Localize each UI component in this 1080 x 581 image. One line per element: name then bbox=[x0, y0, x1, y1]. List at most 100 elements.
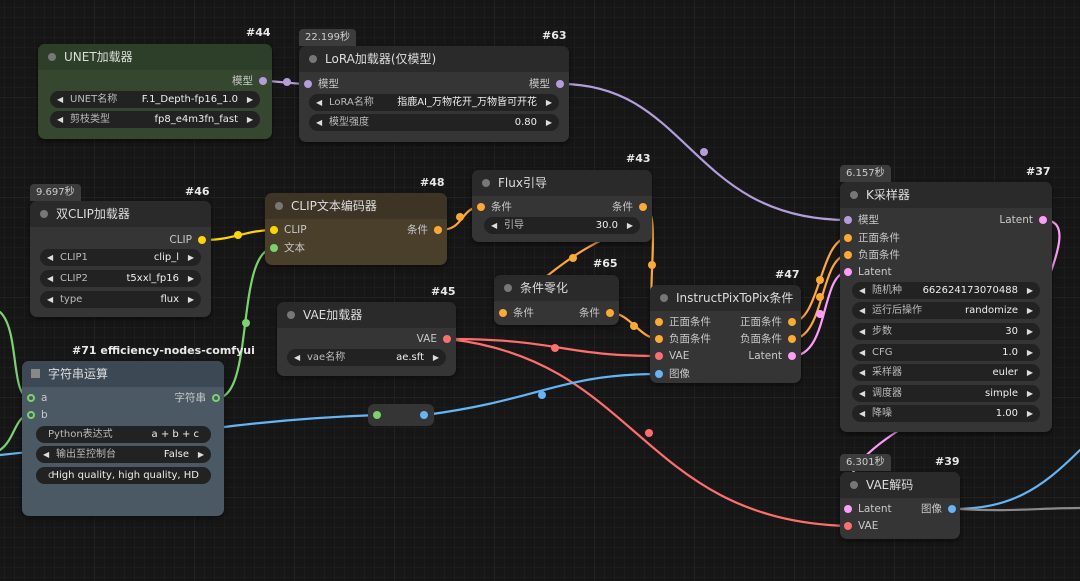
node-header[interactable]: K采样器 bbox=[840, 182, 1052, 208]
node-header[interactable]: LoRA加载器(仅模型) bbox=[299, 46, 569, 72]
node-dual-clip-loader[interactable]: 双CLIP加载器 CLIP ◀ CLIP1 clip_l ▶ ◀ CLIP2 t… bbox=[30, 201, 211, 317]
collapse-dot-icon[interactable] bbox=[309, 55, 317, 63]
input-image[interactable]: 图像 bbox=[655, 366, 690, 382]
input-conditioning[interactable]: 条件 bbox=[477, 199, 512, 215]
output-conditioning[interactable]: 条件 bbox=[550, 305, 614, 321]
vae-pin-icon[interactable] bbox=[443, 335, 451, 343]
node-vae-loader[interactable]: VAE加载器 VAE ◀ vae名称 ae.sft ▶ bbox=[277, 302, 456, 376]
image-pin-icon[interactable] bbox=[655, 370, 663, 378]
reroute-output-dot[interactable] bbox=[420, 411, 428, 419]
print-to-console-combo[interactable]: ◀ 输出至控制台 False ▶ bbox=[36, 446, 211, 463]
input-vae[interactable]: VAE bbox=[844, 518, 878, 534]
input-b[interactable]: b bbox=[27, 407, 48, 423]
string-pin-icon[interactable] bbox=[212, 394, 220, 402]
seed-number[interactable]: ◀ 随机种 662624173070488 ▶ bbox=[852, 282, 1040, 299]
node-clip-text-encoder[interactable]: CLIP文本编码器 CLIP 文本 条件 bbox=[265, 193, 447, 265]
node-header[interactable]: VAE加载器 bbox=[277, 302, 456, 328]
reroute-node[interactable] bbox=[368, 404, 434, 426]
node-ksampler[interactable]: K采样器 模型 正面条件 负面条件 Latent Latent ◀ 随机种 66… bbox=[840, 182, 1052, 432]
node-string-operation[interactable]: 字符串运算 a b 字符串 Python表达式 a + b + c ◀ 输出至控… bbox=[22, 361, 224, 516]
node-header[interactable]: VAE解码 bbox=[840, 472, 960, 498]
guidance-number[interactable]: ◀ 引导 30.0 ▶ bbox=[484, 217, 640, 234]
node-header[interactable]: UNET加载器 bbox=[38, 44, 272, 70]
sampler-combo[interactable]: ◀ 采样器 euler ▶ bbox=[852, 364, 1040, 381]
model-pin-icon[interactable] bbox=[259, 77, 267, 85]
input-a[interactable]: a bbox=[27, 390, 47, 406]
arrow-left-icon[interactable]: ◀ bbox=[47, 249, 53, 266]
input-negative[interactable]: 负面条件 bbox=[844, 247, 900, 263]
output-latent[interactable]: Latent bbox=[716, 348, 796, 364]
arrow-left-icon[interactable]: ◀ bbox=[859, 302, 865, 319]
arrow-left-icon[interactable]: ◀ bbox=[47, 291, 53, 308]
clip-pin-icon[interactable] bbox=[198, 236, 206, 244]
steps-number[interactable]: ◀ 步数 30 ▶ bbox=[852, 323, 1040, 340]
cfg-number[interactable]: ◀ CFG 1.0 ▶ bbox=[852, 344, 1040, 361]
node-header[interactable]: CLIP文本编码器 bbox=[265, 193, 447, 219]
arrow-left-icon[interactable]: ◀ bbox=[859, 405, 865, 422]
node-instruct-pix2pix[interactable]: InstructPixToPix条件 正面条件 负面条件 VAE 图像 正面条件… bbox=[650, 285, 801, 383]
input-positive[interactable]: 正面条件 bbox=[655, 314, 711, 330]
arrow-right-icon[interactable]: ▶ bbox=[247, 111, 253, 128]
node-unet-loader[interactable]: UNET加载器 模型 ◀ UNET名称 F.1_Depth-fp16_1.0 ▶… bbox=[38, 44, 272, 139]
output-conditioning[interactable]: 条件 bbox=[573, 199, 647, 215]
clip-type-combo[interactable]: ◀ type flux ▶ bbox=[40, 291, 201, 308]
conditioning-pin-icon[interactable] bbox=[477, 203, 485, 211]
arrow-right-icon[interactable]: ▶ bbox=[546, 114, 552, 131]
input-positive[interactable]: 正面条件 bbox=[844, 230, 900, 246]
collapse-dot-icon[interactable] bbox=[850, 481, 858, 489]
clip2-combo[interactable]: ◀ CLIP2 t5xxl_fp16 ▶ bbox=[40, 270, 201, 287]
input-vae[interactable]: VAE bbox=[655, 348, 689, 364]
arrow-right-icon[interactable]: ▶ bbox=[1027, 323, 1033, 340]
input-model[interactable]: 模型 bbox=[304, 76, 339, 92]
output-image[interactable]: 图像 bbox=[892, 501, 956, 517]
output-negative[interactable]: 负面条件 bbox=[716, 331, 796, 347]
arrow-right-icon[interactable]: ▶ bbox=[1027, 282, 1033, 299]
arrow-left-icon[interactable]: ◀ bbox=[316, 114, 322, 131]
lora-name-combo[interactable]: ◀ LoRA名称 指鹿AI_万物花开_万物皆可开花 ▶ bbox=[309, 94, 559, 111]
input-conditioning[interactable]: 条件 bbox=[499, 305, 534, 321]
node-header[interactable]: 双CLIP加载器 bbox=[30, 201, 211, 227]
conditioning-pin-icon[interactable] bbox=[788, 318, 796, 326]
arrow-left-icon[interactable]: ◀ bbox=[57, 91, 63, 108]
output-latent[interactable]: Latent bbox=[973, 212, 1047, 228]
arrow-right-icon[interactable]: ▶ bbox=[188, 270, 194, 287]
collapse-dot-icon[interactable] bbox=[40, 210, 48, 218]
input-latent[interactable]: Latent bbox=[844, 501, 892, 517]
arrow-left-icon[interactable]: ◀ bbox=[859, 344, 865, 361]
arrow-right-icon[interactable]: ▶ bbox=[1027, 302, 1033, 319]
arrow-right-icon[interactable]: ▶ bbox=[247, 91, 253, 108]
node-header[interactable]: 字符串运算 bbox=[22, 361, 224, 387]
reroute-input-dot[interactable] bbox=[373, 411, 381, 419]
collapse-square-icon[interactable] bbox=[31, 369, 40, 378]
vae-pin-icon[interactable] bbox=[844, 522, 852, 530]
arrow-right-icon[interactable]: ▶ bbox=[1027, 344, 1033, 361]
arrow-left-icon[interactable]: ◀ bbox=[47, 270, 53, 287]
latent-pin-icon[interactable] bbox=[1039, 216, 1047, 224]
conditioning-pin-icon[interactable] bbox=[499, 309, 507, 317]
vae-pin-icon[interactable] bbox=[655, 352, 663, 360]
arrow-left-icon[interactable]: ◀ bbox=[859, 364, 865, 381]
conditioning-pin-icon[interactable] bbox=[844, 251, 852, 259]
model-pin-icon[interactable] bbox=[556, 80, 564, 88]
arrow-right-icon[interactable]: ▶ bbox=[546, 94, 552, 111]
arrow-left-icon[interactable]: ◀ bbox=[294, 349, 300, 366]
latent-pin-icon[interactable] bbox=[788, 352, 796, 360]
weight-dtype-combo[interactable]: ◀ 剪枝类型 fp8_e4m3fn_fast ▶ bbox=[50, 111, 260, 128]
unet-name-combo[interactable]: ◀ UNET名称 F.1_Depth-fp16_1.0 ▶ bbox=[50, 91, 260, 108]
input-negative[interactable]: 负面条件 bbox=[655, 331, 711, 347]
conditioning-pin-icon[interactable] bbox=[639, 203, 647, 211]
collapse-dot-icon[interactable] bbox=[48, 53, 56, 61]
node-lora-loader[interactable]: LoRA加载器(仅模型) 模型 模型 ◀ LoRA名称 指鹿AI_万物花开_万物… bbox=[299, 46, 569, 142]
collapse-dot-icon[interactable] bbox=[287, 311, 295, 319]
c-text-field[interactable]: c High quality, high quality, HD bbox=[36, 467, 211, 484]
arrow-left-icon[interactable]: ◀ bbox=[316, 94, 322, 111]
denoise-number[interactable]: ◀ 降噪 1.00 ▶ bbox=[852, 405, 1040, 422]
clip-pin-icon[interactable] bbox=[270, 226, 278, 234]
arrow-right-icon[interactable]: ▶ bbox=[433, 349, 439, 366]
node-flux-guidance[interactable]: Flux引导 条件 条件 ◀ 引导 30.0 ▶ bbox=[472, 170, 652, 242]
arrow-left-icon[interactable]: ◀ bbox=[859, 282, 865, 299]
arrow-left-icon[interactable]: ◀ bbox=[43, 446, 49, 463]
node-header[interactable]: InstructPixToPix条件 bbox=[650, 285, 801, 311]
arrow-right-icon[interactable]: ▶ bbox=[1027, 364, 1033, 381]
control-after-generate-combo[interactable]: ◀ 运行后操作 randomize ▶ bbox=[852, 302, 1040, 319]
